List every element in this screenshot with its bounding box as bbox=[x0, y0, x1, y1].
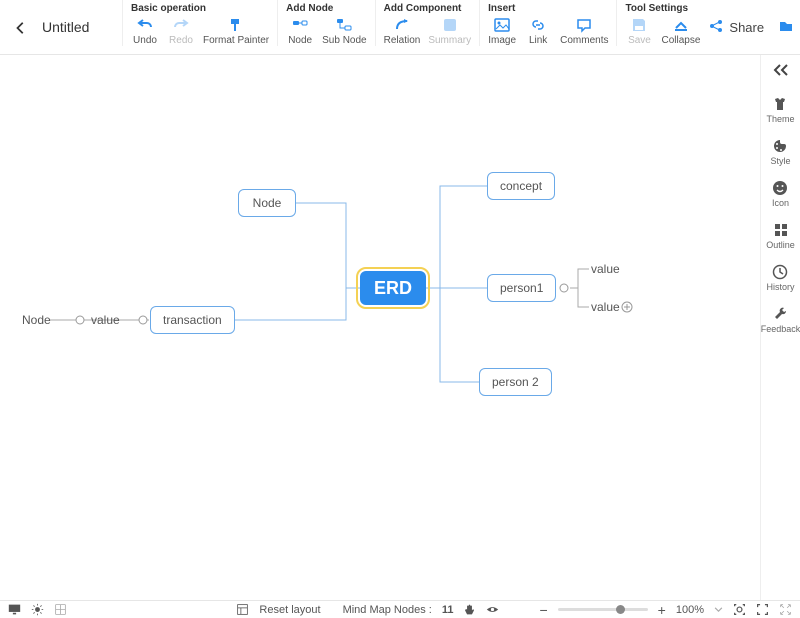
zoom-out-button[interactable]: − bbox=[539, 602, 547, 618]
redo-button[interactable]: Redo bbox=[167, 17, 195, 46]
sub-node-icon bbox=[336, 17, 352, 33]
brightness-icon[interactable] bbox=[31, 603, 44, 616]
grid-icon[interactable] bbox=[54, 603, 67, 616]
save-icon bbox=[631, 17, 647, 33]
value2-label[interactable]: value bbox=[591, 300, 620, 314]
document-title[interactable]: Untitled bbox=[42, 0, 122, 55]
left-value-label[interactable]: value bbox=[91, 313, 120, 327]
chevrons-left-icon bbox=[772, 63, 790, 77]
person2-node[interactable]: person 2 bbox=[479, 368, 552, 396]
value1-label[interactable]: value bbox=[591, 262, 620, 276]
side-icon[interactable]: Icon bbox=[772, 180, 789, 208]
transaction-node[interactable]: transaction bbox=[150, 306, 235, 334]
concept-node[interactable]: concept bbox=[487, 172, 555, 200]
shirt-icon bbox=[772, 96, 788, 112]
group-basic-title: Basic operation bbox=[131, 3, 269, 14]
link-icon bbox=[530, 17, 546, 33]
collapse-icon bbox=[673, 17, 689, 33]
comments-button[interactable]: Comments bbox=[560, 17, 608, 46]
image-icon bbox=[494, 17, 510, 33]
chevron-down-icon[interactable] bbox=[714, 603, 723, 616]
group-tool-settings-title: Tool Settings bbox=[625, 3, 700, 14]
zoom-thumb[interactable] bbox=[616, 605, 625, 614]
export-button[interactable]: Export bbox=[778, 18, 800, 37]
export-icon bbox=[778, 18, 794, 37]
right-actions: Share Export bbox=[708, 0, 800, 55]
nodes-count: 11 bbox=[442, 604, 454, 616]
group-tool-settings: Tool Settings Save Collapse bbox=[616, 0, 708, 46]
group-insert: Insert Image Link Comments bbox=[479, 0, 616, 46]
sub-node-button[interactable]: Sub Node bbox=[322, 17, 366, 46]
node-icon bbox=[292, 17, 308, 33]
side-outline[interactable]: Outline bbox=[766, 222, 795, 250]
summary-button[interactable]: Summary bbox=[428, 17, 471, 46]
side-history[interactable]: History bbox=[766, 264, 794, 292]
reset-layout-icon[interactable] bbox=[236, 603, 249, 616]
collapse-button[interactable]: Collapse bbox=[661, 17, 700, 46]
fit-icon[interactable] bbox=[733, 603, 746, 616]
redo-icon bbox=[173, 17, 189, 33]
zoom-slider[interactable] bbox=[558, 608, 648, 611]
image-button[interactable]: Image bbox=[488, 17, 516, 46]
group-add-node-title: Add Node bbox=[286, 3, 366, 14]
side-style[interactable]: Style bbox=[770, 138, 790, 166]
side-feedback[interactable]: Feedback bbox=[761, 306, 800, 334]
link-button[interactable]: Link bbox=[524, 17, 552, 46]
undo-icon bbox=[137, 17, 153, 33]
comments-icon bbox=[576, 17, 592, 33]
relation-icon bbox=[394, 17, 410, 33]
left-node-label[interactable]: Node bbox=[22, 313, 51, 327]
share-button[interactable]: Share bbox=[708, 18, 764, 37]
monitor-icon[interactable] bbox=[8, 603, 21, 616]
group-basic: Basic operation Undo Redo Format Painter bbox=[122, 0, 277, 46]
format-painter-button[interactable]: Format Painter bbox=[203, 17, 269, 46]
expand-icon[interactable] bbox=[779, 603, 792, 616]
top-toolbar: Untitled Basic operation Undo Redo Forma… bbox=[0, 0, 800, 55]
side-panel: Theme Style Icon Outline History Feedbac… bbox=[760, 55, 800, 600]
zoom-percent: 100% bbox=[676, 604, 704, 616]
fullscreen-icon[interactable] bbox=[756, 603, 769, 616]
undo-button[interactable]: Undo bbox=[131, 17, 159, 46]
eye-icon[interactable] bbox=[486, 603, 499, 616]
connector-layer bbox=[0, 55, 760, 600]
relation-button[interactable]: Relation bbox=[384, 17, 421, 46]
zoom-in-button[interactable]: + bbox=[658, 602, 666, 618]
canvas[interactable]: ERD Node transaction concept person1 per… bbox=[0, 55, 760, 600]
wrench-icon bbox=[773, 306, 789, 322]
group-add-component-title: Add Component bbox=[384, 3, 472, 14]
palette-icon bbox=[772, 138, 788, 154]
node-box[interactable]: Node bbox=[238, 189, 296, 217]
outline-icon bbox=[773, 222, 789, 238]
smile-icon bbox=[772, 180, 788, 196]
share-icon bbox=[708, 18, 724, 37]
group-add-node: Add Node Node Sub Node bbox=[277, 0, 374, 46]
reset-layout-button[interactable]: Reset layout bbox=[259, 604, 320, 616]
hand-icon[interactable] bbox=[463, 603, 476, 616]
save-button[interactable]: Save bbox=[625, 17, 653, 46]
group-add-component: Add Component Relation Summary bbox=[375, 0, 480, 46]
format-painter-icon bbox=[228, 17, 244, 33]
person1-node[interactable]: person1 bbox=[487, 274, 556, 302]
bottom-bar: Reset layout Mind Map Nodes : 11 − + 100… bbox=[0, 600, 800, 618]
group-insert-title: Insert bbox=[488, 3, 608, 14]
nodes-label: Mind Map Nodes : bbox=[343, 604, 432, 616]
root-node[interactable]: ERD bbox=[360, 271, 426, 305]
node-button[interactable]: Node bbox=[286, 17, 314, 46]
summary-icon bbox=[442, 17, 458, 33]
back-button[interactable] bbox=[0, 0, 42, 55]
side-theme[interactable]: Theme bbox=[766, 96, 794, 124]
panel-collapse-button[interactable] bbox=[772, 63, 790, 82]
clock-icon bbox=[772, 264, 788, 280]
